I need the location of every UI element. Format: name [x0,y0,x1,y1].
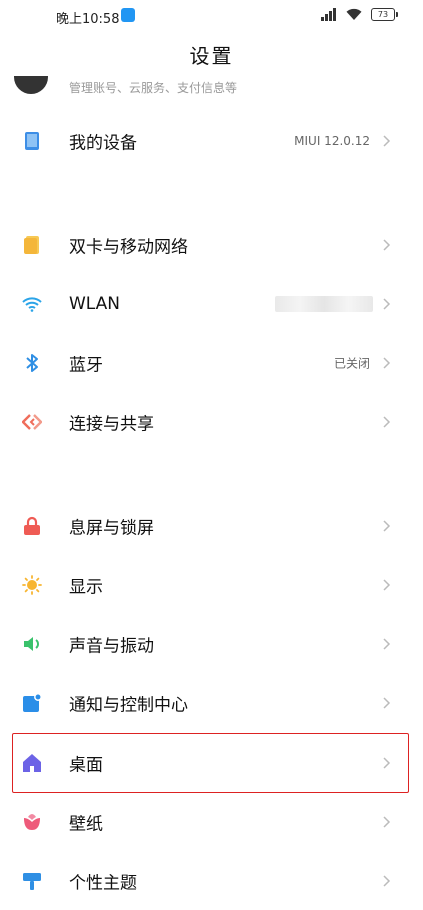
settings-item-label: 我的设备 [69,133,137,154]
brush-icon [22,871,42,891]
wifi-icon [22,294,42,314]
settings-item-label: 息屏与锁屏 [69,518,154,539]
settings-item-wlan[interactable]: WLAN [0,275,423,333]
chevron-right-icon [383,816,391,828]
chevron-right-icon [383,638,391,650]
settings-item-label: 连接与共享 [69,414,154,435]
battery-icon: 73 [371,7,398,21]
settings-item-notifications[interactable]: 通知与控制中心 [0,674,423,732]
settings-item-label: 声音与振动 [69,636,154,657]
status-time: 晚上10:58 [56,12,120,27]
chevron-right-icon [383,520,391,532]
settings-item-label: 个性主题 [69,873,137,894]
settings-item-lock-screen[interactable]: 息屏与锁屏 [0,497,423,555]
settings-item-value: 已关闭 [333,356,370,371]
settings-item-label: 双卡与移动网络 [69,237,188,258]
sim-card-icon [22,235,42,255]
sun-icon [22,575,42,595]
settings-item-display[interactable]: 显示 [0,556,423,614]
battery-level: 73 [377,9,389,19]
page-title: 设置 [189,44,234,68]
chevron-right-icon [383,298,391,310]
status-bar: 晚上10:58 73 [0,0,423,32]
selection-highlight-box [12,733,409,793]
chevron-right-icon [383,416,391,428]
avatar [14,76,48,94]
device-icon [22,131,42,151]
lock-icon [22,516,42,536]
settings-item-bluetooth[interactable]: 蓝牙 已关闭 [0,334,423,392]
flower-icon [22,812,42,832]
settings-item-label: 显示 [69,577,103,598]
settings-item-label: 壁纸 [69,814,103,835]
settings-item-label: WLAN [69,294,121,314]
bluetooth-icon [22,353,42,373]
share-icon [22,412,42,432]
account-subtitle: 管理账号、云服务、支付信息等 [69,81,238,95]
settings-item-label: 蓝牙 [69,355,103,376]
settings-item-connection-sharing[interactable]: 连接与共享 [0,393,423,451]
chevron-right-icon [383,697,391,709]
chevron-right-icon [383,357,391,369]
notification-icon [22,693,42,713]
settings-item-value: MIUI 12.0.12 [294,134,370,148]
account-row[interactable]: 管理账号、云服务、支付信息等 [0,76,423,100]
chevron-right-icon [383,579,391,591]
settings-item-wallpaper[interactable]: 壁纸 [0,793,423,851]
status-indicators: 73 [321,7,398,21]
settings-item-dual-sim[interactable]: 双卡与移动网络 [0,216,423,274]
settings-item-label: 通知与控制中心 [69,695,188,716]
settings-item-my-device[interactable]: 我的设备 MIUI 12.0.12 [0,112,423,170]
settings-item-themes[interactable]: 个性主题 [0,852,423,910]
wifi-status-icon [346,8,362,20]
signal-icon [321,7,337,21]
wifi-network-name-blurred [275,296,373,312]
chevron-right-icon [383,135,391,147]
chevron-right-icon [383,875,391,887]
chevron-right-icon [383,239,391,251]
settings-item-sound[interactable]: 声音与振动 [0,615,423,673]
gallery-notification-icon [121,8,135,22]
speaker-icon [22,634,42,654]
